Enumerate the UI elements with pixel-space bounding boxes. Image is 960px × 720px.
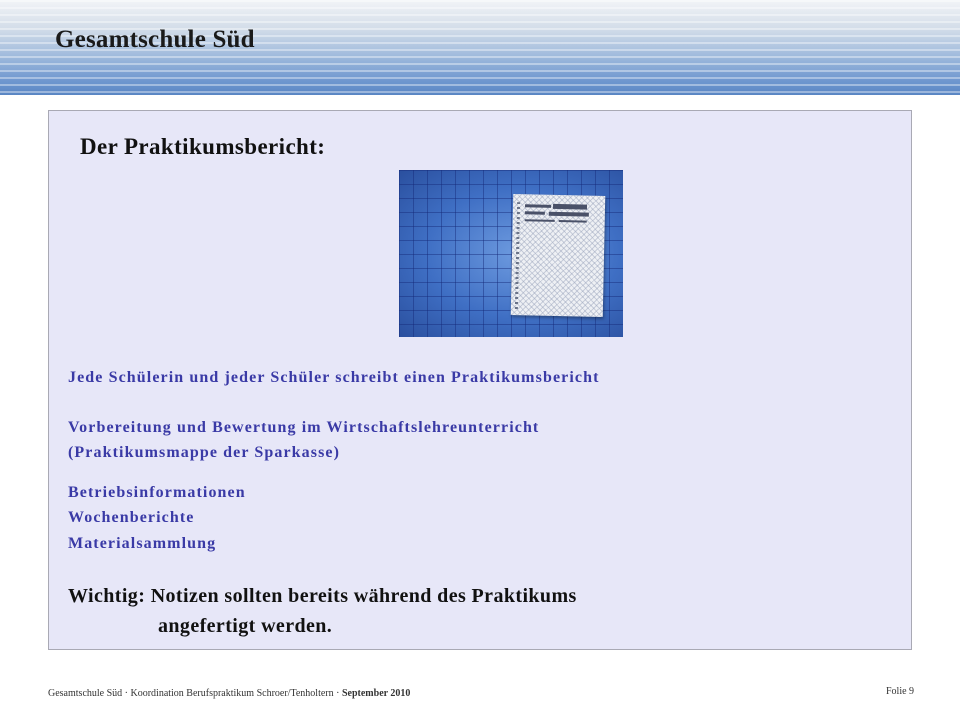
header-banner: Gesamtschule Süd xyxy=(0,0,960,95)
spiral-binding xyxy=(514,202,521,311)
slide-heading: Der Praktikumsbericht: xyxy=(80,134,326,159)
list-item: Jede Schülerin und jeder Schüler schreib… xyxy=(68,369,600,386)
praktikumsmappe-photo xyxy=(399,170,623,337)
cover-lettering-mark xyxy=(558,220,587,223)
footer-text: Gesamtschule Süd · Koordination Berufspr… xyxy=(48,688,342,699)
cover-lettering-mark xyxy=(552,203,588,210)
important-note-line2: angefertigt werden. xyxy=(158,615,333,637)
list-item: Wochenberichte xyxy=(68,509,195,526)
list-item: Materialsammlung xyxy=(68,535,217,552)
cover-lettering-mark xyxy=(525,204,552,208)
cover-lettering-mark xyxy=(524,211,545,215)
cover-lettering-mark xyxy=(548,211,589,217)
slide-number: Folie 9 xyxy=(886,686,915,697)
important-note-line1: Wichtig: Notizen sollten bereits während… xyxy=(68,585,577,608)
list-item: Betriebsinformationen xyxy=(68,484,246,501)
footer-info: Gesamtschule Süd · Koordination Berufspr… xyxy=(48,688,410,699)
important-note-label: Wichtig: xyxy=(68,585,146,607)
report-folder-image xyxy=(510,194,606,317)
list-item: (Praktikumsmappe der Sparkasse) xyxy=(68,444,341,461)
list-item: Vorbereitung und Bewertung im Wirtschaft… xyxy=(68,419,540,436)
slide-header-title: Gesamtschule Süd xyxy=(55,26,255,53)
cover-lettering-mark xyxy=(524,219,555,222)
footer-date: September 2010 xyxy=(341,688,411,699)
important-note-text: Notizen sollten bereits während des Prak… xyxy=(150,585,577,607)
